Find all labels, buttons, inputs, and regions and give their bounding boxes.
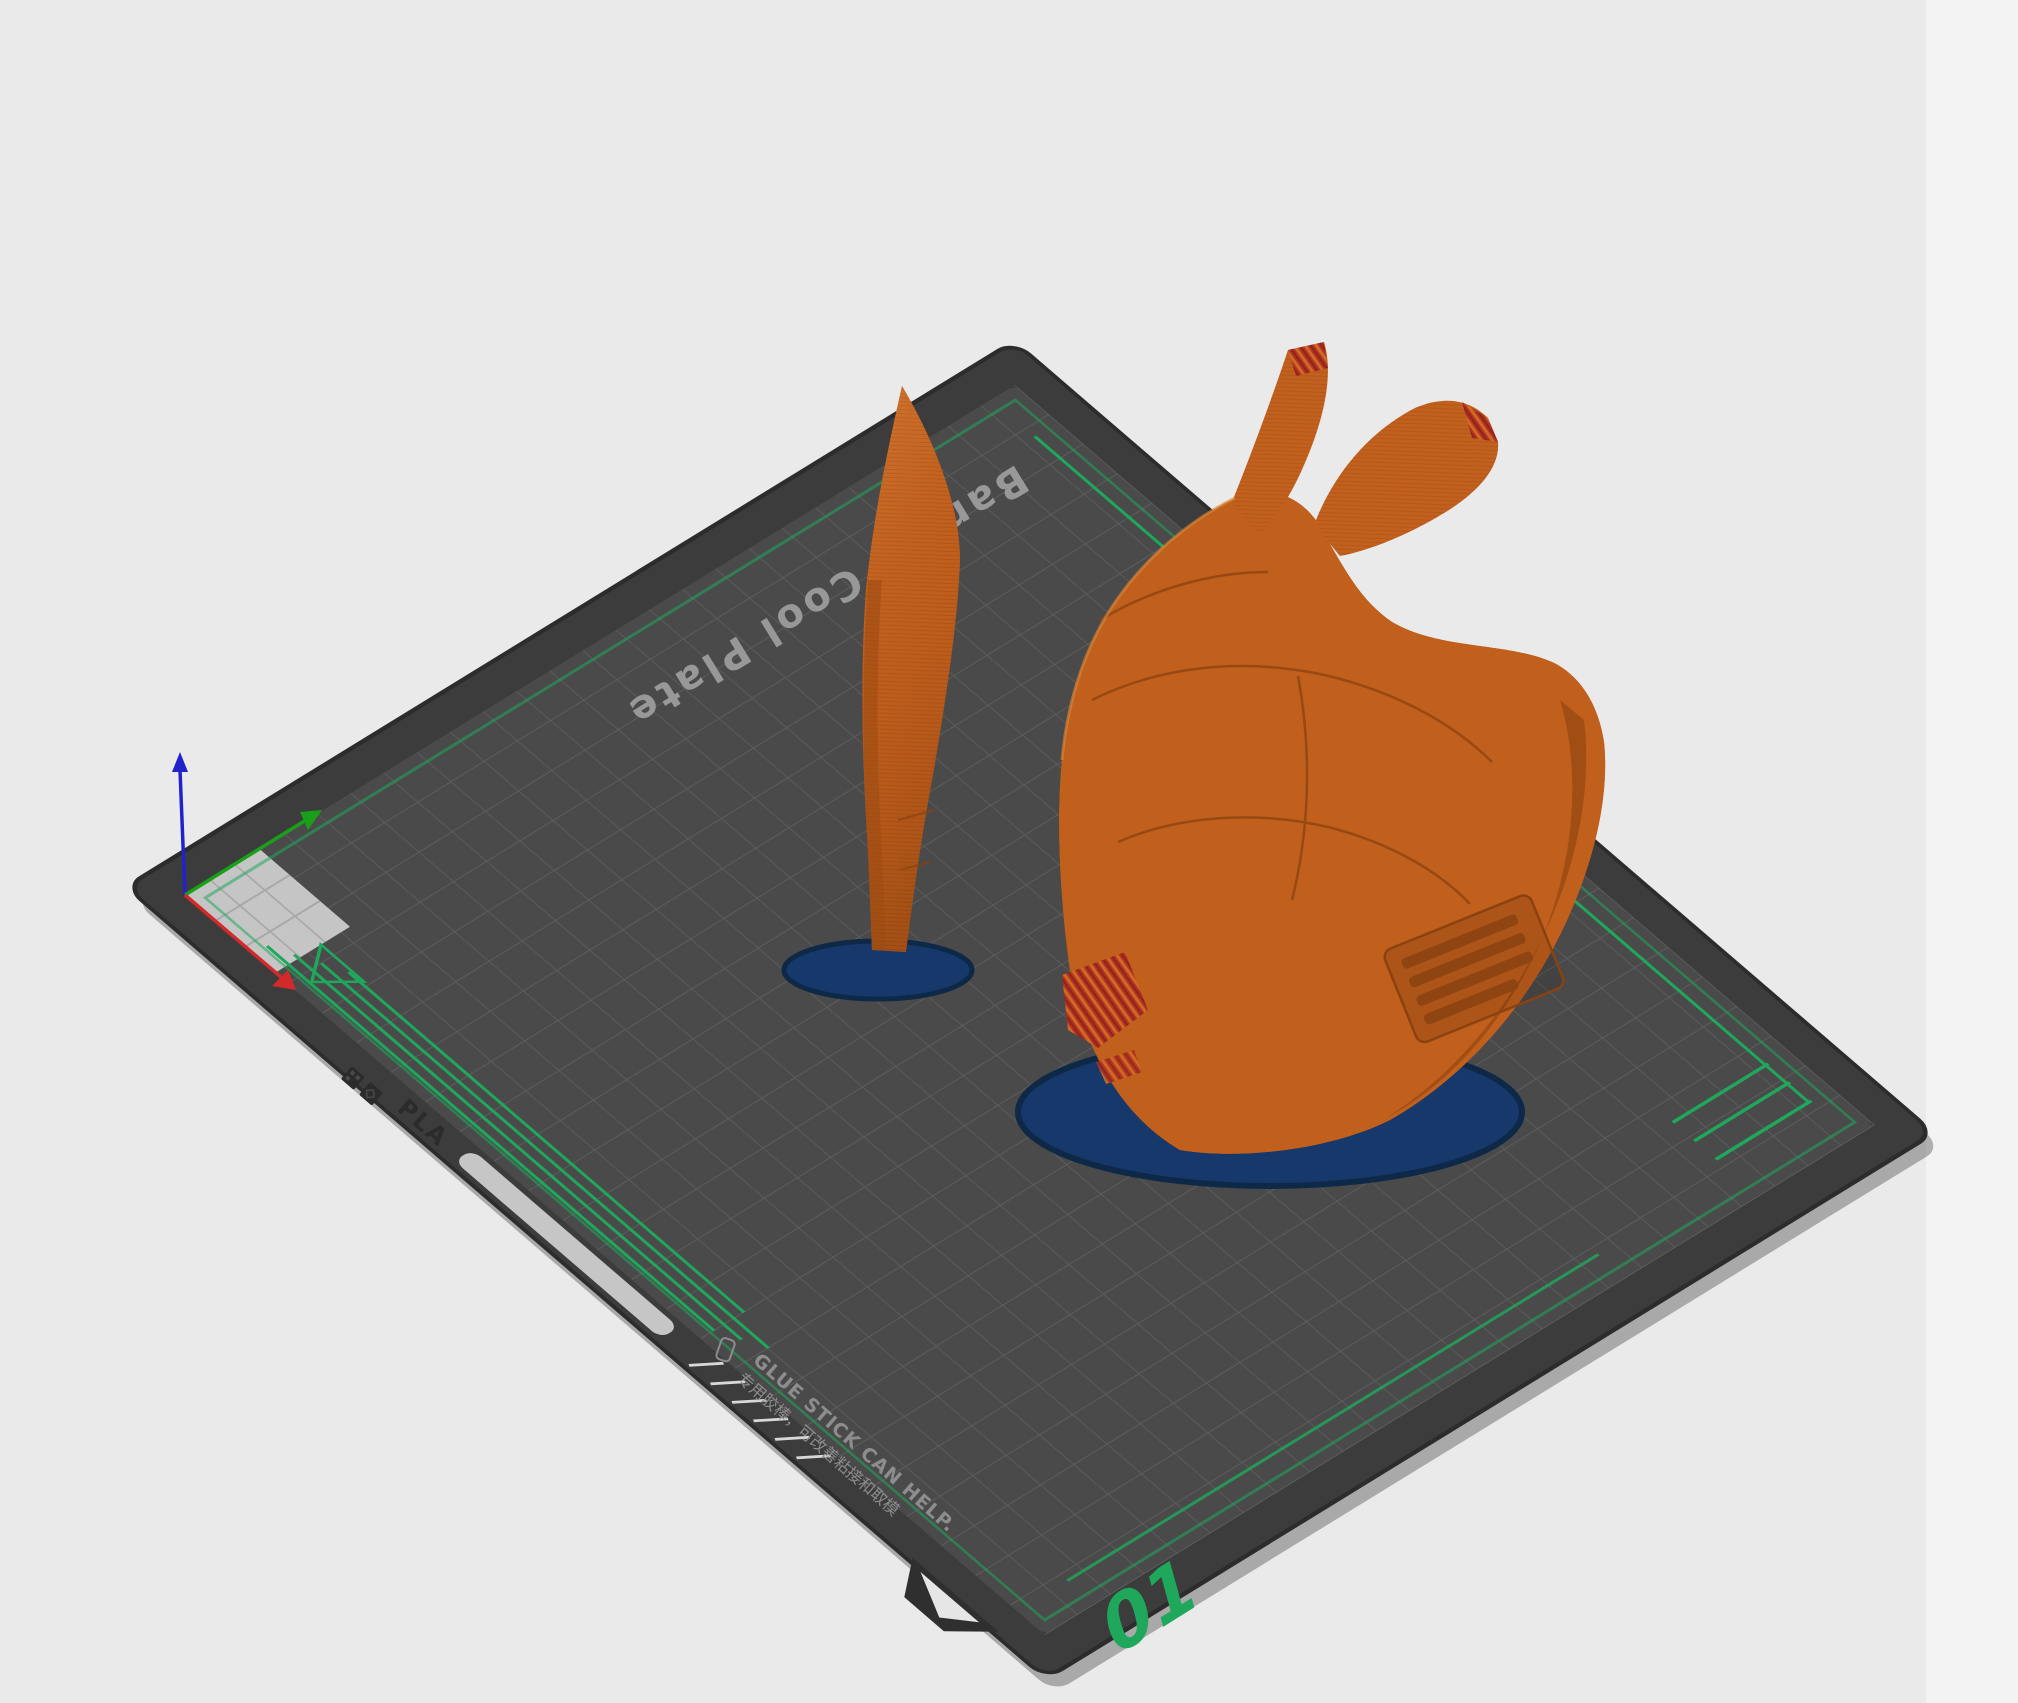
slicer-3d-viewport[interactable]: Bambu Cool Plate PLA GLUE STICK CAN HELP…: [0, 0, 2018, 1703]
viewport-right-gutter: [1926, 0, 2018, 1703]
